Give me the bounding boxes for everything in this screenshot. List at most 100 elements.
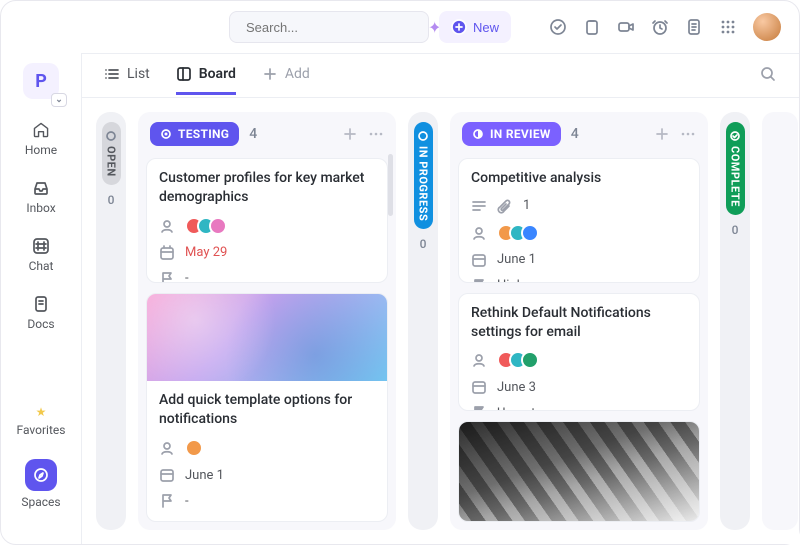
plus-icon[interactable]: [654, 126, 670, 142]
chevron-down-icon[interactable]: ⌄: [51, 93, 67, 107]
global-search[interactable]: ✦: [229, 11, 429, 43]
card-title: Add quick template options for notificat…: [159, 391, 375, 429]
task-check-icon[interactable]: [549, 18, 567, 36]
flag-icon: [159, 493, 175, 509]
view-tab-label: Add: [285, 66, 310, 82]
column-header: IN REVIEW 4: [458, 120, 700, 148]
column-count: 4: [249, 126, 257, 142]
attachment-count: 1: [523, 198, 530, 213]
column-testing: TESTING 4 Customer profiles for key mark…: [138, 112, 396, 530]
nav-label: Inbox: [26, 201, 55, 215]
more-icon[interactable]: [368, 126, 384, 142]
priority-label: -: [185, 494, 189, 509]
hash-icon: [32, 237, 50, 255]
flag-icon: [471, 278, 487, 283]
new-button[interactable]: New: [439, 11, 511, 43]
description-icon: [471, 198, 487, 214]
task-card[interactable]: [458, 421, 700, 522]
view-tab-board[interactable]: Board: [176, 56, 236, 95]
nav-label: Home: [25, 143, 57, 157]
task-card[interactable]: Customer profiles for key market demogra…: [146, 158, 388, 283]
document-icon[interactable]: [685, 18, 703, 36]
assignees[interactable]: [185, 439, 203, 457]
column-count: 0: [108, 193, 115, 207]
view-search[interactable]: [759, 65, 777, 87]
scrollbar-thumb[interactable]: [388, 154, 393, 216]
task-card[interactable]: Rethink Default Notifications settings f…: [458, 293, 700, 412]
due-date: June 1: [497, 252, 536, 267]
view-add[interactable]: Add: [262, 56, 310, 95]
search-icon: [759, 65, 777, 83]
status-chip-label: IN REVIEW: [490, 127, 551, 141]
column-collapsed-in-progress[interactable]: IN PROGRESS 0: [408, 112, 438, 530]
column-collapsed-open[interactable]: OPEN 0: [96, 112, 126, 530]
apps-grid-icon[interactable]: [719, 18, 737, 36]
column-partial: [762, 112, 798, 530]
flag-icon: [471, 405, 487, 411]
assignees[interactable]: [497, 351, 539, 369]
search-input[interactable]: [246, 20, 422, 35]
due-date: May 29: [185, 245, 227, 260]
nav-favorites[interactable]: ★ Favorites: [17, 405, 66, 437]
plus-circle-icon: [451, 19, 467, 35]
task-card[interactable]: Competitive analysis 1 June 1: [458, 158, 700, 283]
compass-icon: [25, 459, 57, 491]
nav-inbox[interactable]: Inbox: [26, 179, 55, 215]
alarm-icon[interactable]: [651, 18, 669, 36]
calendar-icon: [471, 379, 487, 395]
task-card[interactable]: Add quick template options for notificat…: [146, 293, 388, 522]
column-collapsed-label: IN PROGRESS: [414, 122, 433, 229]
calendar-icon: [159, 245, 175, 261]
assignees[interactable]: [497, 224, 539, 242]
view-tab-list[interactable]: List: [104, 56, 150, 95]
assignees[interactable]: [185, 217, 227, 235]
nav-docs[interactable]: Docs: [27, 295, 54, 331]
person-icon: [159, 218, 175, 234]
user-avatar[interactable]: [753, 13, 781, 41]
nav-label: Chat: [29, 259, 54, 273]
view-bar: List Board Add: [82, 54, 799, 98]
column-in-review: IN REVIEW 4 Competitive analysis 1: [450, 112, 708, 530]
card-cover-image: [459, 422, 699, 521]
nav-label: Spaces: [21, 495, 60, 509]
inbox-icon: [32, 179, 50, 197]
view-tab-label: List: [127, 66, 150, 82]
clipboard-icon[interactable]: [583, 18, 601, 36]
card-title: Rethink Default Notifications settings f…: [471, 304, 687, 342]
nav-home[interactable]: Home: [25, 121, 57, 157]
card-title: Competitive analysis: [471, 169, 687, 188]
column-collapsed-label: COMPLETE: [726, 122, 745, 215]
column-collapsed-complete[interactable]: COMPLETE 0: [720, 112, 750, 530]
topbar-icon-group: [549, 13, 781, 41]
column-collapsed-label: OPEN: [102, 122, 121, 185]
status-circle-icon: [105, 130, 117, 142]
person-icon: [159, 440, 175, 456]
topbar: ✦ New: [1, 1, 799, 53]
nav-spaces[interactable]: Spaces: [21, 459, 60, 509]
nav-chat[interactable]: Chat: [29, 237, 54, 273]
status-dot-icon: [472, 128, 484, 140]
check-circle-icon: [729, 130, 741, 142]
column-count: 0: [420, 237, 427, 251]
priority-label: High: [497, 278, 524, 282]
plus-icon[interactable]: [342, 126, 358, 142]
status-chip[interactable]: IN REVIEW: [462, 122, 561, 146]
video-icon[interactable]: [617, 18, 635, 36]
calendar-icon: [471, 252, 487, 268]
due-date: June 3: [497, 380, 536, 395]
nav-label: Favorites: [17, 423, 66, 437]
priority-label: -: [185, 271, 189, 283]
view-tab-label: Board: [199, 66, 236, 82]
nav-label: Docs: [27, 317, 54, 331]
workspace-chip[interactable]: P ⌄: [23, 63, 59, 99]
new-button-label: New: [473, 20, 499, 35]
card-cover-image: [147, 294, 387, 381]
column-count: 0: [732, 223, 739, 237]
status-chip[interactable]: TESTING: [150, 122, 239, 146]
list-icon: [104, 66, 120, 82]
plus-icon: [262, 66, 278, 82]
home-icon: [32, 121, 50, 139]
person-icon: [471, 225, 487, 241]
due-date: June 1: [185, 468, 224, 483]
more-icon[interactable]: [680, 126, 696, 142]
